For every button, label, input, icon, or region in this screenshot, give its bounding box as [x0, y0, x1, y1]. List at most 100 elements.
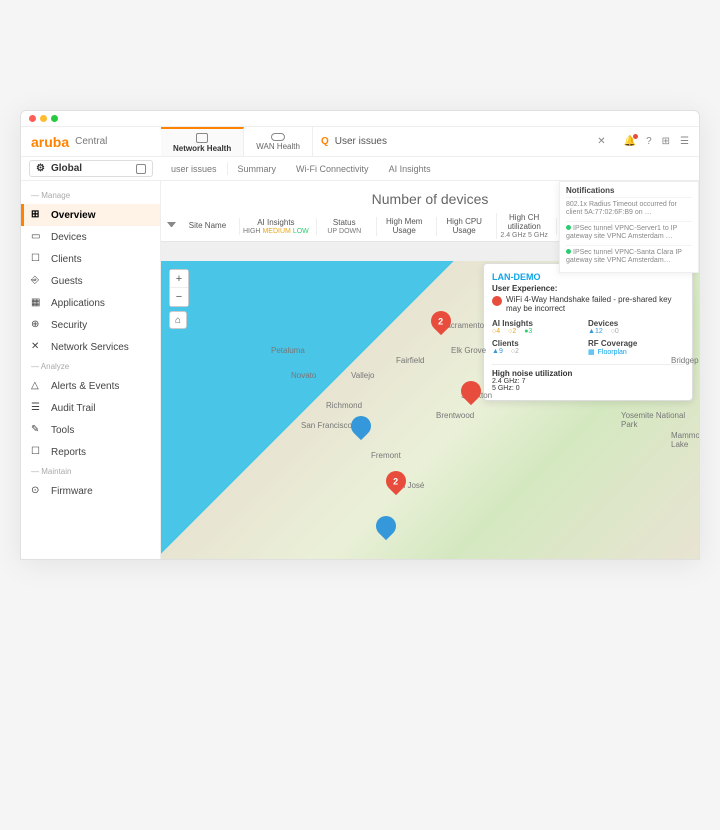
- clients-icon: ☐: [31, 253, 43, 265]
- tab-network-health[interactable]: Network Health: [161, 127, 244, 156]
- sidebar-item-audit-trail[interactable]: ☰ Audit Trail: [21, 397, 160, 419]
- sidebar-item-clients[interactable]: ☐ Clients: [21, 248, 160, 270]
- map-label: Yosemite National Park: [621, 411, 699, 429]
- zoom-control: + −: [169, 269, 189, 307]
- sidebar-item-applications[interactable]: ▦ Applications: [21, 292, 160, 314]
- map-label: Fairfield: [396, 356, 424, 365]
- minimize-window-icon[interactable]: [40, 115, 47, 122]
- filter-col-high-ch-utilization[interactable]: High CH utilization2.4 GHz5 GHz: [496, 213, 552, 239]
- sidebar-item-overview[interactable]: ⊞ Overview: [21, 204, 160, 226]
- clients-label: Clients: [492, 339, 588, 348]
- sidebar-item-label: Reports: [51, 447, 86, 458]
- filter-icon[interactable]: [167, 222, 176, 231]
- noise-label: High noise utilization: [492, 369, 572, 378]
- notifications-panel: Notifications 802.1x Radius Timeout occu…: [559, 181, 699, 273]
- tab-wan-health[interactable]: WAN Health: [244, 127, 313, 156]
- popup-ux-title: User Experience:: [492, 284, 684, 293]
- floorplan-link[interactable]: ▦Floorplan: [588, 348, 684, 356]
- subtab-ai-insights[interactable]: AI Insights: [379, 157, 441, 180]
- search-icon: Q: [321, 136, 329, 147]
- map-label: Elk Grove: [451, 346, 486, 355]
- sidebar-item-label: Clients: [51, 254, 82, 265]
- zoom-out-button[interactable]: −: [170, 288, 188, 306]
- search-input[interactable]: [335, 136, 592, 147]
- audit-trail-icon: ☰: [31, 402, 43, 414]
- map-pin[interactable]: [372, 512, 400, 540]
- subtab-user-issues[interactable]: user issues: [161, 157, 227, 180]
- guests-icon: ⎆: [31, 275, 43, 287]
- sidebar-item-label: Guests: [51, 276, 83, 287]
- sidebar-item-label: Alerts & Events: [51, 381, 119, 392]
- sidebar-item-reports[interactable]: ☐Reports: [21, 441, 160, 463]
- clients-values: ▲9 ○2: [492, 348, 588, 355]
- globe-icon: ⚙: [36, 163, 45, 174]
- ai-insights-values: ○4 ○2 ●3: [492, 328, 588, 335]
- notifications-icon[interactable]: 🔔: [624, 136, 636, 147]
- filter-col-ai-insights[interactable]: AI InsightsHIGHMEDIUMLOW: [239, 218, 312, 235]
- home-button[interactable]: ⌂: [169, 311, 187, 329]
- filter-col-high-mem-usage[interactable]: High Mem Usage: [376, 217, 432, 236]
- clear-search-icon[interactable]: ✕: [597, 136, 605, 147]
- brand-suffix: Central: [75, 136, 107, 147]
- close-window-icon[interactable]: [29, 115, 36, 122]
- subtab-summary[interactable]: Summary: [228, 157, 287, 180]
- alert-icon: [492, 296, 502, 306]
- sidebar-item-firmware[interactable]: ⊙ Firmware: [21, 480, 160, 502]
- noise-24: 2.4 GHz: 7: [492, 378, 684, 385]
- security-icon: ⊕: [31, 319, 43, 331]
- rf-label: RF Coverage: [588, 339, 684, 348]
- sidebar-item-devices[interactable]: ▭Devices: [21, 226, 160, 248]
- context-filter-icon[interactable]: [136, 164, 146, 174]
- subtab-wi-fi-connectivity[interactable]: Wi-Fi Connectivity: [286, 157, 379, 180]
- filter-col-site-name[interactable]: Site Name: [180, 221, 235, 231]
- popup-ux-message: WiFi 4-Way Handshake failed - pre-shared…: [506, 295, 684, 313]
- context-selector[interactable]: ⚙ Global: [29, 160, 153, 177]
- sidebar: Manage⊞Overview▭Devices☐Clients⎆Guests▦A…: [21, 181, 161, 559]
- devices-values: ▲12 ○0: [588, 328, 684, 335]
- notification-item[interactable]: IPSec tunnel VPNC-Santa Clara IP gateway…: [566, 245, 692, 269]
- window-titlebar: [21, 111, 699, 127]
- apps-icon[interactable]: ⊞: [662, 136, 670, 147]
- map-pin[interactable]: [457, 377, 485, 405]
- help-icon[interactable]: ?: [646, 136, 652, 147]
- notification-item[interactable]: 802.1x Radius Timeout occurred for clien…: [566, 197, 692, 221]
- filter-col-status[interactable]: StatusUPDOWN: [316, 218, 372, 235]
- sidebar-item-label: Applications: [51, 298, 105, 309]
- applications-icon: ▦: [31, 297, 43, 309]
- maximize-window-icon[interactable]: [51, 115, 58, 122]
- search-bar[interactable]: Q ✕: [313, 127, 614, 156]
- map-pin[interactable]: 2: [382, 467, 410, 495]
- overview-icon: ⊞: [31, 209, 43, 221]
- sidebar-item-label: Devices: [51, 232, 87, 243]
- sidebar-item-tools[interactable]: ✎Tools: [21, 419, 160, 441]
- sidebar-item-label: Security: [51, 320, 87, 331]
- sidebar-item-label: Firmware: [51, 486, 93, 497]
- sidebar-section-maintain: Maintain: [21, 463, 160, 480]
- map-view[interactable]: + − ⌂ View all LAN-DEMO User Experience:…: [161, 261, 699, 559]
- map-label: Brentwood: [436, 411, 474, 420]
- notifications-title: Notifications: [566, 186, 692, 195]
- sidebar-item-label: Overview: [51, 210, 95, 221]
- firmware-icon: ⊙: [31, 485, 43, 497]
- map-label: Mammoth Lake: [671, 431, 699, 449]
- ai-insights-label: AI Insights: [492, 319, 588, 328]
- sidebar-item-label: Audit Trail: [51, 403, 95, 414]
- main-content: Notifications 802.1x Radius Timeout occu…: [161, 181, 699, 559]
- sidebar-item-network-services[interactable]: ✕Network Services: [21, 336, 160, 358]
- filter-col-high-cpu-usage[interactable]: High CPU Usage: [436, 217, 492, 236]
- map-label: Vallejo: [351, 371, 374, 380]
- alerts-events-icon: △: [31, 380, 43, 392]
- sidebar-item-security[interactable]: ⊕ Security: [21, 314, 160, 336]
- map-label: San Francisco: [301, 421, 352, 430]
- map-pin[interactable]: [347, 412, 375, 440]
- notification-item[interactable]: IPSec tunnel VPNC-Server1 to IP gateway …: [566, 221, 692, 245]
- zoom-in-button[interactable]: +: [170, 270, 188, 288]
- map-pin[interactable]: 2: [427, 307, 455, 335]
- sidebar-item-label: Tools: [51, 425, 74, 436]
- map-label: Bridgeport: [671, 356, 699, 365]
- sidebar-item-label: Network Services: [51, 342, 129, 353]
- user-icon[interactable]: ☰: [680, 136, 689, 147]
- site-popup: View all LAN-DEMO User Experience: WiFi …: [483, 263, 693, 401]
- sidebar-item-alerts-events[interactable]: △ Alerts & Events: [21, 375, 160, 397]
- sidebar-item-guests[interactable]: ⎆ Guests: [21, 270, 160, 292]
